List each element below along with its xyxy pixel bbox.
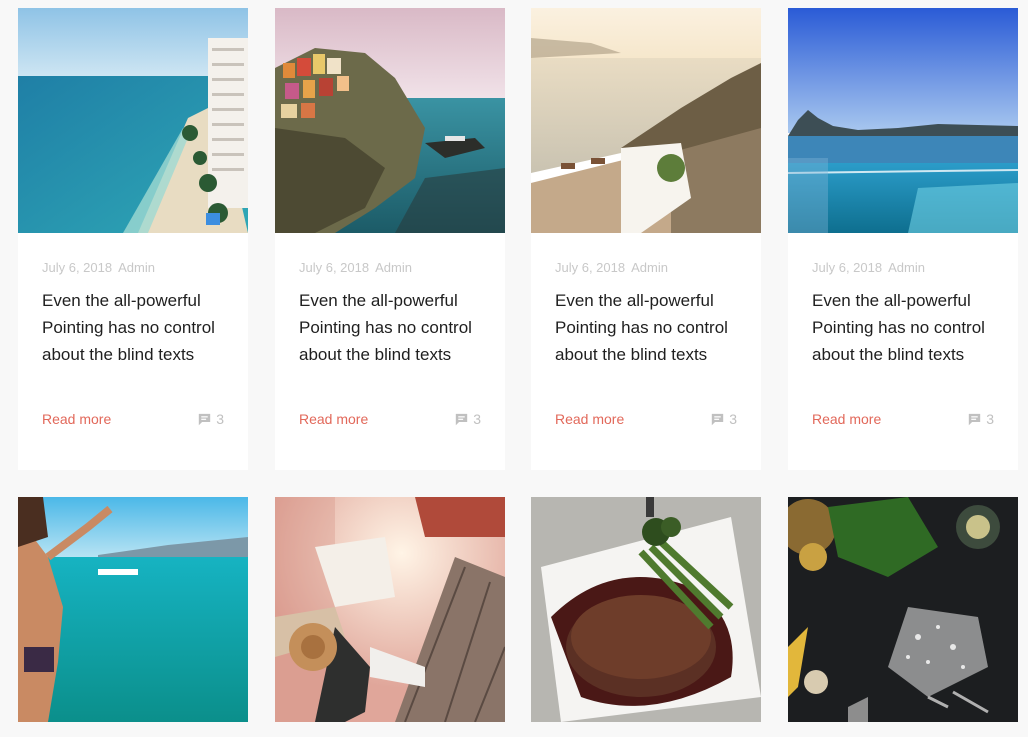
post-date[interactable]: July 6, 2018 <box>299 260 369 275</box>
blog-card: July 6, 2018 Admin Even the all-powerful … <box>531 8 761 470</box>
comment-count-value: 3 <box>216 411 224 427</box>
post-thumbnail[interactable] <box>788 497 1018 722</box>
blog-card: July 6, 2018 Admin Even the all-powerful … <box>275 8 505 470</box>
post-meta: July 6, 2018 Admin <box>42 233 224 275</box>
read-more-link[interactable]: Read more <box>42 411 111 427</box>
comment-count-value: 3 <box>473 411 481 427</box>
girl-jumping-sea-photo <box>18 497 248 722</box>
read-more-link[interactable]: Read more <box>555 411 624 427</box>
steak-plate-photo <box>531 497 761 722</box>
post-thumbnail[interactable] <box>18 497 248 722</box>
blog-card <box>531 497 761 722</box>
comment-icon <box>199 413 211 425</box>
post-thumbnail[interactable] <box>531 497 761 722</box>
blog-card: July 6, 2018 Admin Even the all-powerful … <box>18 8 248 470</box>
post-thumbnail[interactable] <box>531 8 761 233</box>
terrace-sea-photo <box>531 8 761 233</box>
post-thumbnail[interactable] <box>275 497 505 722</box>
post-thumbnail[interactable] <box>275 8 505 233</box>
post-meta: July 6, 2018 Admin <box>299 233 481 275</box>
comment-count-value: 3 <box>729 411 737 427</box>
comment-icon <box>969 413 981 425</box>
comment-count[interactable]: 3 <box>968 411 994 427</box>
post-meta: July 6, 2018 Admin <box>555 233 737 275</box>
post-title[interactable]: Even the all-powerful Pointing has no co… <box>299 287 481 368</box>
traveler-map-railway-photo <box>275 497 505 722</box>
read-more-link[interactable]: Read more <box>812 411 881 427</box>
post-title[interactable]: Even the all-powerful Pointing has no co… <box>42 287 224 368</box>
post-date[interactable]: July 6, 2018 <box>812 260 882 275</box>
comment-icon <box>456 413 468 425</box>
post-thumbnail[interactable] <box>788 8 1018 233</box>
post-title[interactable]: Even the all-powerful Pointing has no co… <box>555 287 737 368</box>
post-author[interactable]: Admin <box>118 260 155 275</box>
post-author[interactable]: Admin <box>888 260 925 275</box>
blog-card <box>18 497 248 722</box>
post-thumbnail[interactable] <box>18 8 248 233</box>
post-author[interactable]: Admin <box>631 260 668 275</box>
infinity-pool-photo <box>788 8 1018 233</box>
blog-card <box>788 497 1018 722</box>
post-date[interactable]: July 6, 2018 <box>42 260 112 275</box>
comment-count[interactable]: 3 <box>455 411 481 427</box>
post-date[interactable]: July 6, 2018 <box>555 260 625 275</box>
post-title[interactable]: Even the all-powerful Pointing has no co… <box>812 287 994 368</box>
cliff-village-photo <box>275 8 505 233</box>
read-more-link[interactable]: Read more <box>299 411 368 427</box>
comment-count[interactable]: 3 <box>198 411 224 427</box>
comment-count-value: 3 <box>986 411 994 427</box>
comment-icon <box>712 413 724 425</box>
blog-card: July 6, 2018 Admin Even the all-powerful … <box>788 8 1018 470</box>
post-author[interactable]: Admin <box>375 260 412 275</box>
comment-count[interactable]: 3 <box>711 411 737 427</box>
blog-card <box>275 497 505 722</box>
beach-highrise-photo <box>18 8 248 233</box>
post-meta: July 6, 2018 Admin <box>812 233 994 275</box>
flour-dark-table-photo <box>788 497 1018 722</box>
